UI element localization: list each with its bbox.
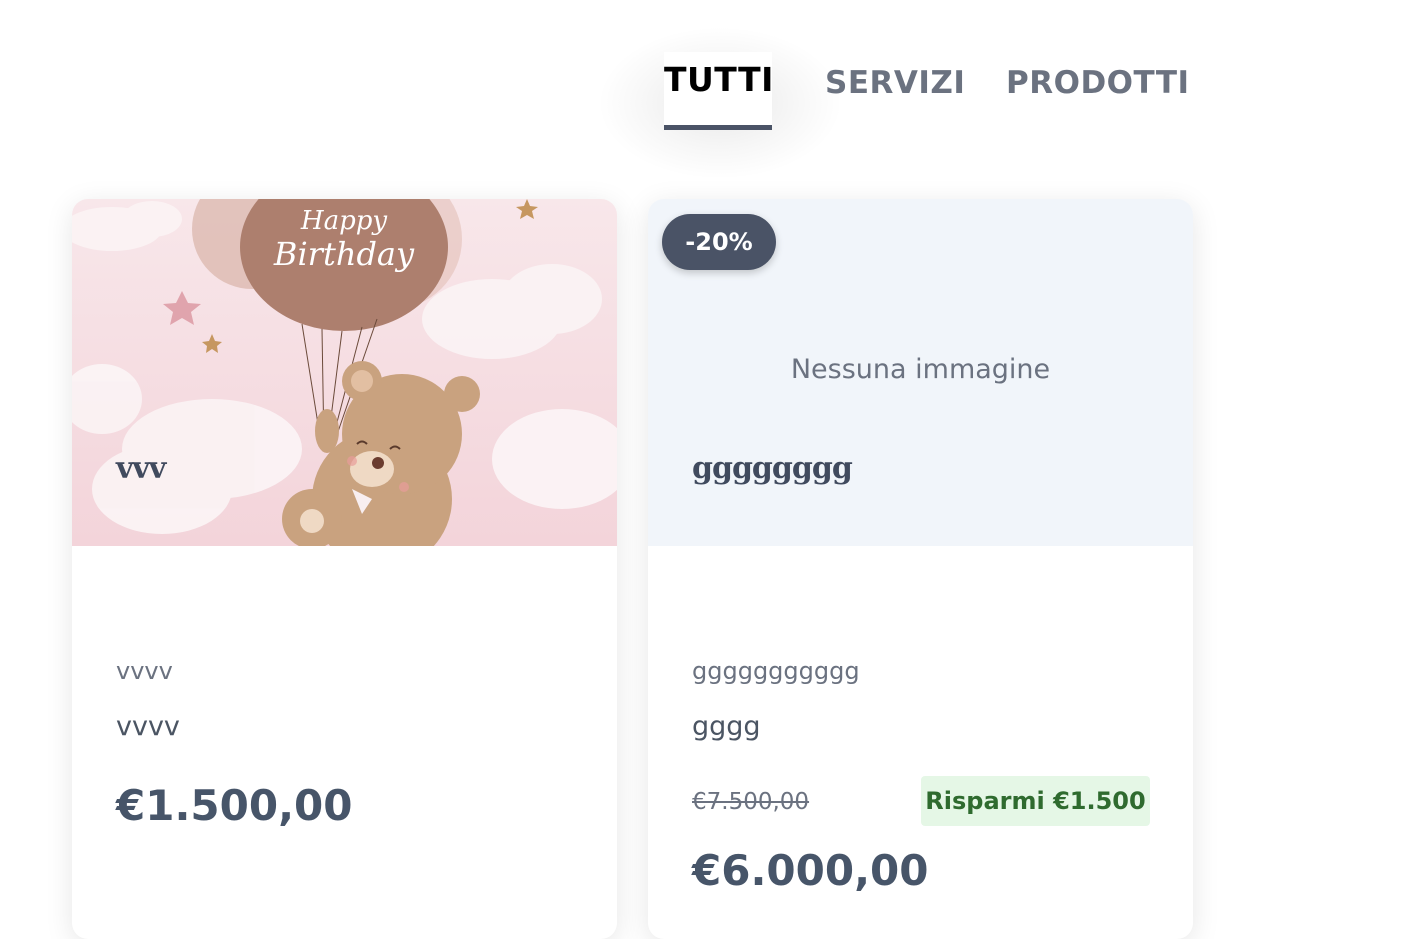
tab-tutti[interactable]: TUTTI <box>664 52 774 130</box>
tab-servizi-label: SERVIZI <box>825 65 966 101</box>
svg-text:Happy: Happy <box>300 206 387 236</box>
product-title: vvv <box>116 451 166 486</box>
tab-servizi[interactable]: SERVIZI <box>825 55 965 133</box>
no-image-text: Nessuna immagine <box>790 354 1051 385</box>
teddy-bear-birthday-image: Happy Birthday <box>72 199 617 546</box>
product-price: €1.500,00 <box>116 781 353 830</box>
product-subtitle: vvvv <box>116 657 173 685</box>
savings-badge: Risparmi €1.500 <box>921 776 1150 826</box>
tab-prodotti[interactable]: PRODOTTI <box>1006 55 1190 133</box>
discount-badge: -20% <box>662 214 776 270</box>
product-card[interactable]: Happy Birthday vvv vvvv vvvv €1.500,00 <box>72 199 617 939</box>
product-price: €6.000,00 <box>692 846 929 895</box>
tab-prodotti-label: PRODOTTI <box>1006 65 1190 101</box>
product-card[interactable]: Nessuna immagine -20% gggggggg ggggggggg… <box>648 199 1193 939</box>
tab-tutti-label: TUTTI <box>664 60 774 99</box>
product-subtitle: ggggggggggg <box>692 657 860 685</box>
svg-text:Birthday: Birthday <box>273 235 415 273</box>
original-price: €7.500,00 <box>692 789 810 815</box>
product-description: vvvv <box>116 711 180 742</box>
category-tabs: TUTTI SERVIZI PRODOTTI <box>0 0 1416 178</box>
product-title: gggggggg <box>692 451 853 486</box>
product-description: gggg <box>692 711 761 742</box>
product-image: Happy Birthday <box>72 199 617 546</box>
